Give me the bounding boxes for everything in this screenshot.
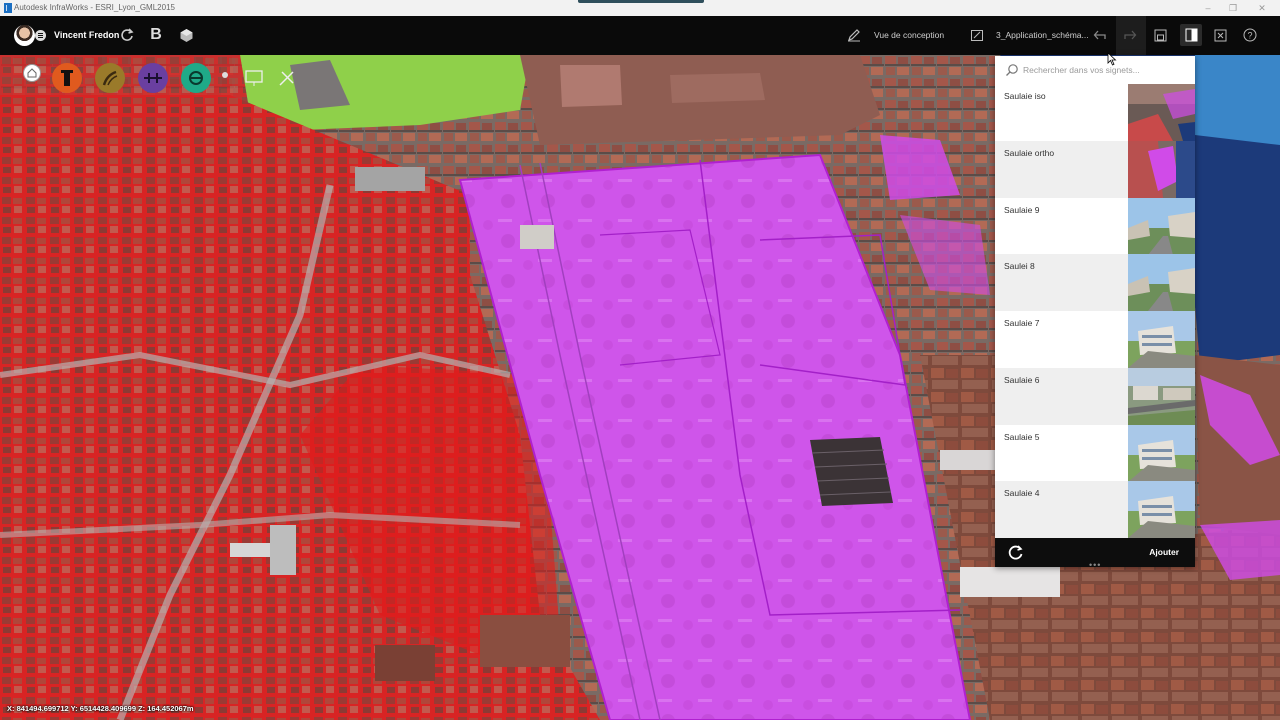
bookmark-label: Saulaie iso <box>1004 91 1046 101</box>
bookmarks-icon[interactable] <box>1182 26 1200 44</box>
bookmark-label: Saulaie 4 <box>1004 488 1040 499</box>
roads-theme-button[interactable] <box>95 63 125 93</box>
bookmark-thumbnail[interactable] <box>1128 481 1195 538</box>
refresh-icon[interactable] <box>1007 544 1024 561</box>
bookmark-search-input[interactable] <box>1023 60 1188 80</box>
maximize-button[interactable]: ❐ <box>1221 0 1245 16</box>
model-cube-icon[interactable] <box>177 26 195 44</box>
main-toolbar: Vincent Fredon B Vue de conception 3_App… <box>0 16 1280 55</box>
roads-icon <box>102 70 118 86</box>
close-window-button[interactable]: ✕ <box>1250 0 1274 16</box>
bookmark-thumbnail[interactable] <box>1128 254 1195 311</box>
bookmark-search-bar <box>995 56 1195 84</box>
title-bar: I Autodesk InfraWorks - ESRI_Lyon_GML201… <box>0 0 1280 16</box>
add-bookmark-button[interactable]: Ajouter <box>1149 538 1179 567</box>
transport-icon <box>144 73 162 83</box>
infraworks-logo-icon: I <box>4 3 12 13</box>
presentation-icon[interactable] <box>244 69 264 87</box>
bookmark-thumbnail[interactable] <box>1128 424 1195 482</box>
bookmark-thumbnail[interactable] <box>1128 140 1195 198</box>
scenario-label[interactable]: 3_Application_schéma... <box>996 16 1089 55</box>
build-manage-icon <box>61 70 73 86</box>
bookmark-list: Saulaie iso Saulaie ortho Saulaie 9 Saulei … <box>995 84 1195 538</box>
bookmark-label: Saulaie 7 <box>1004 318 1040 328</box>
sync-icon[interactable] <box>118 26 136 44</box>
mouse-cursor-icon <box>1107 52 1117 66</box>
bookmark-label: Saulaie 9 <box>1004 204 1040 215</box>
svg-text:I: I <box>6 4 8 13</box>
bookmark-label: Saulaie 6 <box>1004 374 1040 385</box>
transport-theme-button[interactable] <box>138 63 168 93</box>
help-icon[interactable]: ? <box>1241 26 1259 44</box>
bookmark-item[interactable]: Saulaie 7 <box>995 311 1195 368</box>
scenario-icon[interactable] <box>968 26 986 44</box>
cursor-coordinates: X: 841494.699712 Y: 6514428.409699 Z: 16… <box>7 704 194 713</box>
bookmark-item[interactable]: Saulaie ortho <box>995 140 1195 198</box>
undo-icon[interactable] <box>1091 26 1109 44</box>
analysis-tools-icon[interactable] <box>277 69 297 87</box>
bookmark-label: Saulaie 5 <box>1004 431 1040 442</box>
design-view-label[interactable]: Vue de conception <box>874 16 944 55</box>
bookmark-item[interactable]: Saulaie 5 <box>995 424 1195 482</box>
bookmark-item[interactable]: Saulaie 6 <box>995 367 1195 425</box>
bookmark-thumbnail[interactable] <box>1128 367 1195 425</box>
panel-resize-grip[interactable]: ••• <box>1089 561 1101 570</box>
user-menu-icon[interactable] <box>35 30 46 41</box>
theme-dot-icon <box>222 72 230 80</box>
fullscreen-icon[interactable] <box>1211 26 1229 44</box>
bookmark-item[interactable]: Saulaie 4 <box>995 481 1195 538</box>
build-manage-theme-button[interactable] <box>52 63 82 93</box>
redo-icon[interactable] <box>1121 26 1139 44</box>
minimize-button[interactable]: – <box>1196 0 1220 16</box>
search-icon <box>1006 64 1018 76</box>
bookmark-thumbnail[interactable] <box>1128 84 1195 141</box>
window-title: Autodesk InfraWorks - ESRI_Lyon_GML2015 <box>14 3 175 12</box>
pencil-icon[interactable] <box>845 26 863 44</box>
bookmark-label: Saulei 8 <box>1004 261 1035 272</box>
bookmarks-footer: ••• Ajouter <box>995 538 1195 570</box>
bookmark-item[interactable]: Saulaie iso <box>995 84 1195 141</box>
bookmark-item[interactable]: Saulaie 9 <box>995 197 1195 255</box>
bookmark-label: Saulaie ortho <box>1004 147 1055 158</box>
bookmark-thumbnail[interactable] <box>1128 311 1195 368</box>
window-drag-tab[interactable] <box>578 0 704 3</box>
home-view-button[interactable] <box>23 64 41 82</box>
save-icon[interactable] <box>1151 26 1169 44</box>
user-name[interactable]: Vincent Fredon <box>54 16 119 55</box>
bim-b-icon[interactable]: B <box>147 26 165 44</box>
user-avatar[interactable] <box>14 25 35 46</box>
water-theme-button[interactable] <box>181 63 211 93</box>
bookmarks-panel: Saulaie iso Saulaie ortho Saulaie 9 Saulei … <box>995 56 1195 570</box>
svg-text:?: ? <box>1248 31 1253 41</box>
bookmark-thumbnail[interactable] <box>1128 197 1195 255</box>
home-icon <box>27 68 37 78</box>
water-icon <box>189 71 203 85</box>
bookmark-item[interactable]: Saulei 8 <box>995 254 1195 311</box>
